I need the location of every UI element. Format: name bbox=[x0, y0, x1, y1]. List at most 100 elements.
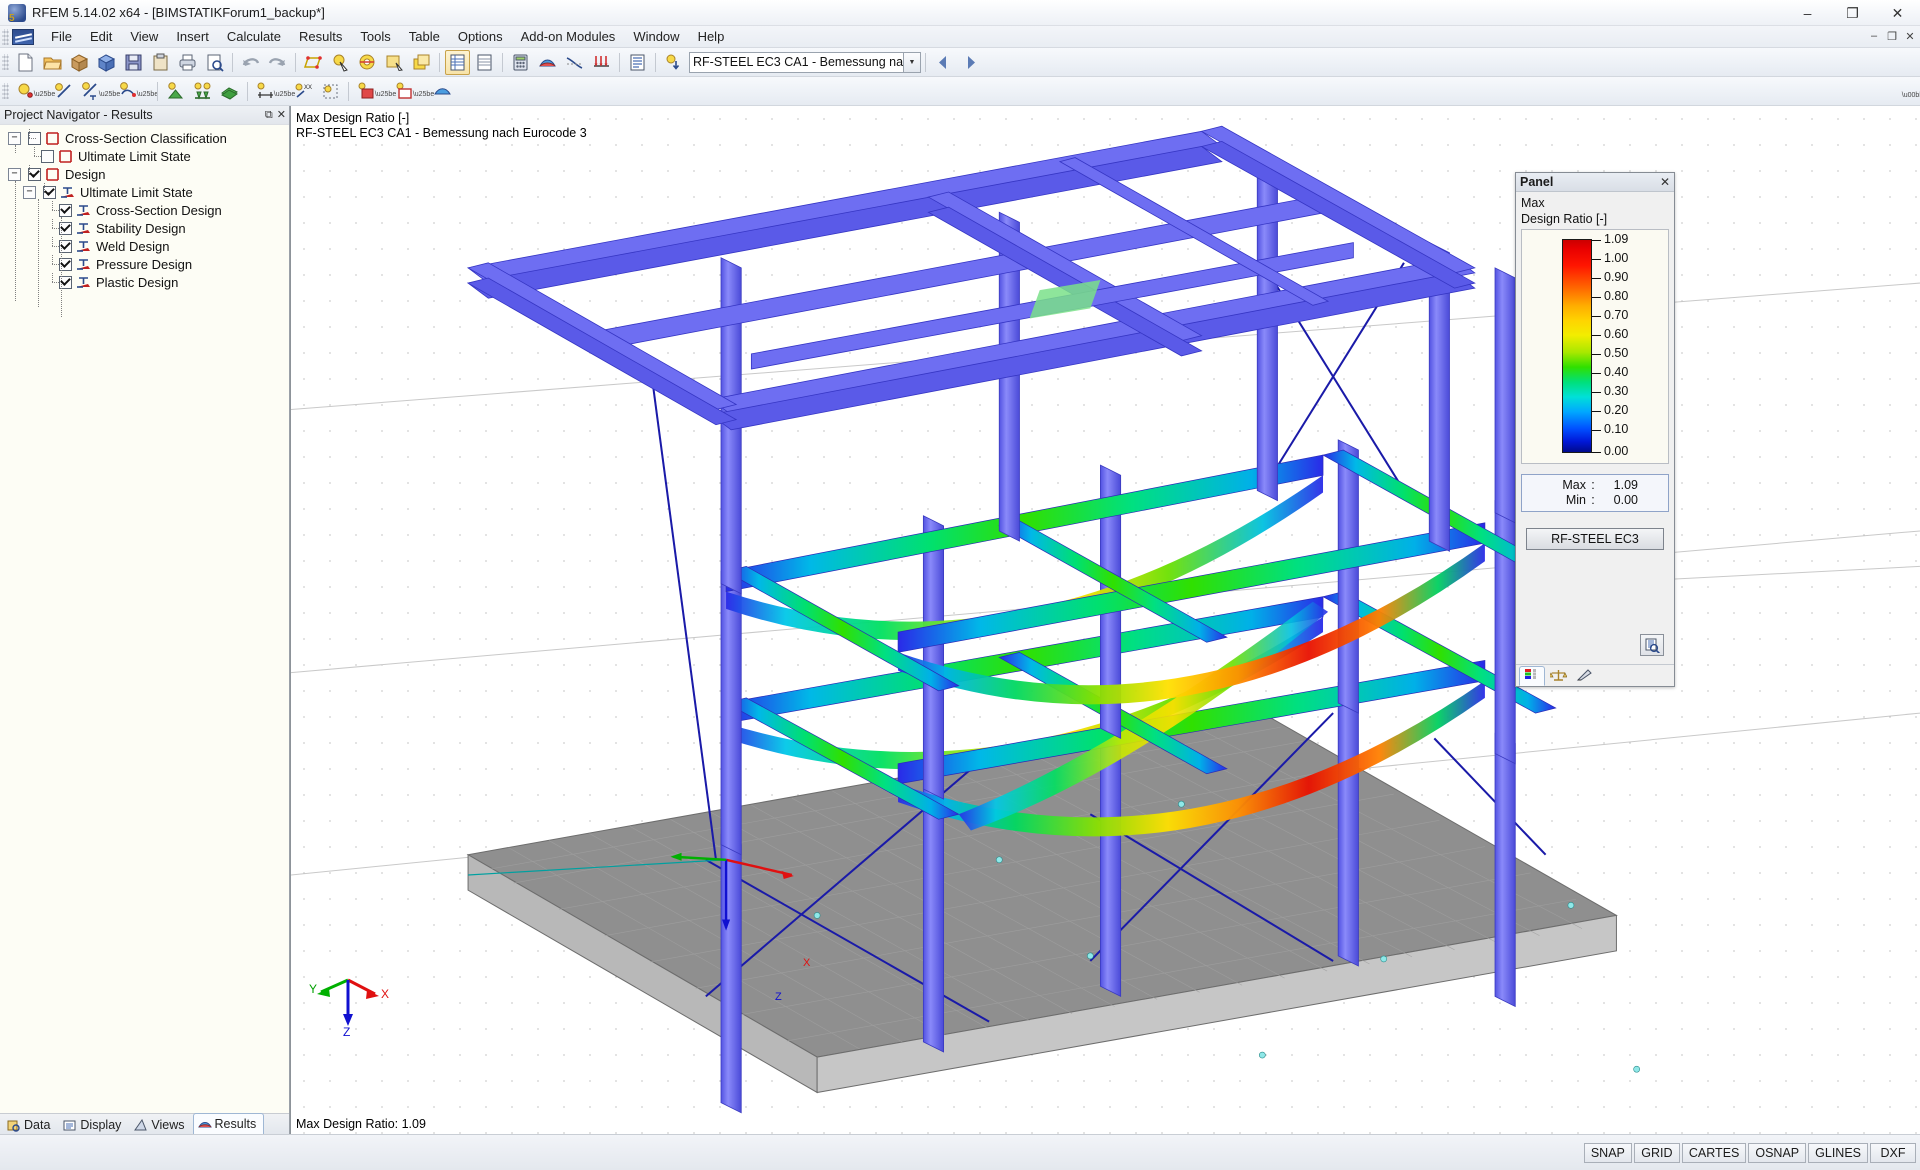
save-button[interactable] bbox=[121, 50, 146, 75]
insert-node-dropdown[interactable]: \u25be bbox=[34, 79, 55, 104]
results-on-button[interactable] bbox=[535, 50, 560, 75]
tree-item-cross-section-classification[interactable]: − Cross-Section Classification bbox=[0, 129, 289, 147]
mdi-close-button[interactable]: ✕ bbox=[1902, 28, 1918, 44]
panel-tab-scales[interactable] bbox=[1545, 666, 1571, 686]
magnifier-list-icon[interactable] bbox=[1640, 634, 1664, 656]
status-grid[interactable]: GRID bbox=[1633, 1143, 1680, 1163]
undo-button[interactable] bbox=[238, 50, 263, 75]
show-tables-button[interactable] bbox=[445, 49, 470, 75]
menu-addon-modules[interactable]: Add-on Modules bbox=[512, 27, 625, 46]
tree-item-ultimate-limit-state-design[interactable]: − Ultimate Limit State bbox=[0, 183, 289, 201]
insert-line-button[interactable] bbox=[51, 79, 76, 104]
tree-item-weld-design[interactable]: Weld Design bbox=[0, 237, 289, 255]
print-button[interactable] bbox=[175, 50, 200, 75]
toolbar-grip-2[interactable] bbox=[2, 83, 9, 99]
menu-window[interactable]: Window bbox=[624, 27, 688, 46]
tree-checkbox[interactable] bbox=[41, 149, 54, 163]
status-cartes[interactable]: CARTES bbox=[1681, 1143, 1747, 1163]
menu-calculate[interactable]: Calculate bbox=[218, 27, 290, 46]
line-support-button[interactable] bbox=[190, 79, 215, 104]
open-project-button[interactable] bbox=[67, 50, 92, 75]
rotate-view-button[interactable] bbox=[355, 50, 380, 75]
status-glines[interactable]: GLINES bbox=[1808, 1143, 1868, 1163]
expander-icon[interactable]: − bbox=[8, 167, 21, 181]
tree-item-design[interactable]: − Design bbox=[0, 165, 289, 183]
structure-3d-model[interactable] bbox=[291, 106, 1920, 1134]
solid-button[interactable] bbox=[354, 79, 379, 104]
menu-results[interactable]: Results bbox=[290, 27, 351, 46]
redo-button[interactable] bbox=[265, 50, 290, 75]
load-result-case-button[interactable] bbox=[661, 50, 686, 75]
model-viewport[interactable]: Max Design Ratio [-] RF-STEEL EC3 CA1 - … bbox=[290, 106, 1920, 1134]
insert-surface-button[interactable] bbox=[116, 79, 141, 104]
zoom-window-button[interactable] bbox=[382, 50, 407, 75]
module-list-button[interactable] bbox=[625, 50, 650, 75]
menu-tools[interactable]: Tools bbox=[351, 27, 399, 46]
clipboard-button[interactable] bbox=[148, 50, 173, 75]
select-object-button[interactable] bbox=[301, 50, 326, 75]
maximize-button[interactable]: ❐ bbox=[1830, 0, 1875, 26]
expander-icon[interactable]: − bbox=[8, 131, 21, 145]
close-button[interactable]: ✕ bbox=[1875, 0, 1920, 26]
menu-insert[interactable]: Insert bbox=[167, 27, 218, 46]
insert-member-dropdown[interactable]: \u25be bbox=[99, 79, 120, 104]
grid-point-button[interactable] bbox=[318, 79, 343, 104]
pick-point-button[interactable] bbox=[328, 50, 353, 75]
load-display-button[interactable] bbox=[589, 50, 614, 75]
panel-tab-factor[interactable] bbox=[1571, 666, 1597, 686]
menu-grip[interactable] bbox=[2, 28, 9, 45]
toolbar-grip-1[interactable] bbox=[2, 54, 9, 70]
show-tables-alt-button[interactable] bbox=[472, 50, 497, 75]
menu-help[interactable]: Help bbox=[689, 27, 734, 46]
navigator-close-button[interactable]: ✕ bbox=[277, 109, 286, 121]
opening-button[interactable] bbox=[392, 79, 417, 104]
next-case-button[interactable] bbox=[958, 50, 983, 75]
new-window-button[interactable] bbox=[409, 50, 434, 75]
insert-member-button[interactable] bbox=[78, 79, 103, 104]
expander-icon[interactable]: − bbox=[23, 185, 36, 199]
print-preview-button[interactable] bbox=[202, 50, 227, 75]
navigator-tab-display[interactable]: Display bbox=[58, 1115, 129, 1134]
menu-options[interactable]: Options bbox=[449, 27, 512, 46]
menu-view[interactable]: View bbox=[121, 27, 167, 46]
rf-steel-ec3-button[interactable]: RF-STEEL EC3 bbox=[1526, 528, 1664, 550]
navigator-tab-views[interactable]: Views bbox=[129, 1115, 192, 1134]
solid-dropdown[interactable]: \u25be bbox=[375, 79, 396, 104]
insert-node-button[interactable] bbox=[13, 79, 38, 104]
dimension-dropdown[interactable]: \u25be bbox=[274, 79, 295, 104]
result-case-combo[interactable]: RF-STEEL EC3 CA1 - Bemessung nach E bbox=[689, 51, 904, 73]
results-tree[interactable]: − Cross-Section Classification Ultimate … bbox=[0, 125, 289, 1113]
prev-case-button[interactable] bbox=[931, 50, 956, 75]
dimension-button[interactable] bbox=[253, 79, 278, 104]
comment-button[interactable]: XX bbox=[291, 79, 316, 104]
color-legend[interactable]: 1.09 1.00 0.90 0.80 0.70 0.60 0.50 0.40 bbox=[1521, 229, 1669, 464]
mdi-minimize-button[interactable]: – bbox=[1866, 28, 1882, 44]
tree-item-plastic-design[interactable]: Plastic Design bbox=[0, 273, 289, 291]
navigator-undock-button[interactable]: ⧉ bbox=[265, 109, 273, 121]
tree-item-pressure-design[interactable]: Pressure Design bbox=[0, 255, 289, 273]
panel-tab-color-scale[interactable] bbox=[1519, 666, 1545, 686]
result-surface-button[interactable] bbox=[430, 79, 455, 104]
status-osnap[interactable]: OSNAP bbox=[1748, 1143, 1807, 1163]
menu-file[interactable]: File bbox=[42, 27, 81, 46]
surface-support-button[interactable] bbox=[217, 79, 242, 104]
panel-close-button[interactable]: ✕ bbox=[1660, 175, 1670, 189]
navigator-tab-results[interactable]: Results bbox=[192, 1113, 265, 1134]
menu-edit[interactable]: Edit bbox=[81, 27, 121, 46]
mdi-restore-button[interactable]: ❐ bbox=[1884, 28, 1900, 44]
tree-item-stability-design[interactable]: Stability Design bbox=[0, 219, 289, 237]
opening-dropdown[interactable]: \u25be bbox=[413, 79, 434, 104]
deformation-button[interactable] bbox=[562, 50, 587, 75]
minimize-button[interactable]: – bbox=[1785, 0, 1830, 26]
save-project-button[interactable] bbox=[94, 50, 119, 75]
run-calculation-button[interactable] bbox=[508, 50, 533, 75]
toolbar-overflow-arrow[interactable]: \u00bb bbox=[1902, 80, 1920, 105]
insert-surface-dropdown[interactable]: \u25be bbox=[137, 79, 158, 104]
new-file-button[interactable] bbox=[13, 50, 38, 75]
tree-checkbox[interactable] bbox=[59, 203, 72, 217]
status-snap[interactable]: SNAP bbox=[1583, 1143, 1632, 1163]
result-case-combo-arrow[interactable]: ▼ bbox=[904, 51, 921, 73]
navigator-tab-data[interactable]: Data bbox=[2, 1115, 58, 1134]
nodal-support-button[interactable] bbox=[163, 79, 188, 104]
result-panel[interactable]: Panel ✕ Max Design Ratio [-] 1.09 1.00 0… bbox=[1515, 172, 1675, 687]
